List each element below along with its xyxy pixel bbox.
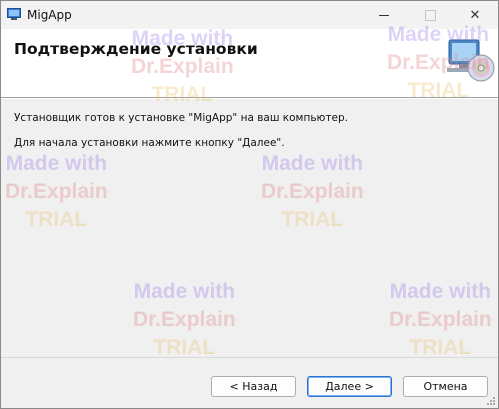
- instruction-message: Для начала установки нажмите кнопку "Дал…: [14, 137, 285, 149]
- close-button[interactable]: ✕: [452, 1, 498, 29]
- close-icon: ✕: [469, 7, 481, 23]
- window-title: MigApp: [27, 8, 72, 22]
- trial-watermark: Made with Dr.Explain TRIAL: [389, 280, 492, 359]
- ready-message: Установщик готов к установке "MigApp" на…: [14, 112, 348, 124]
- cancel-button[interactable]: Отмена: [403, 376, 488, 397]
- header-banner: Подтверждение установки: [1, 29, 498, 98]
- trial-watermark: Made with Dr.Explain TRIAL: [261, 152, 364, 231]
- trial-watermark: Made with Dr.Explain TRIAL: [5, 152, 108, 231]
- maximize-icon: [424, 9, 436, 21]
- separator-line: [1, 98, 498, 99]
- back-button[interactable]: < Назад: [211, 376, 296, 397]
- computer-disc-icon: [447, 39, 495, 82]
- trial-watermark: Made with Dr.Explain TRIAL: [133, 280, 236, 359]
- page-title: Подтверждение установки: [14, 40, 258, 58]
- installer-window: MigApp ✕ Подтверждение установки Установ…: [0, 0, 499, 409]
- footer-separator: [1, 357, 498, 358]
- minimize-button[interactable]: [361, 1, 407, 29]
- minimize-icon: [379, 14, 389, 16]
- maximize-button[interactable]: [407, 1, 453, 29]
- next-button[interactable]: Далее >: [307, 376, 392, 397]
- installer-app-icon: [7, 8, 21, 20]
- resize-grip-icon[interactable]: [486, 396, 496, 406]
- title-bar[interactable]: MigApp ✕: [1, 1, 498, 29]
